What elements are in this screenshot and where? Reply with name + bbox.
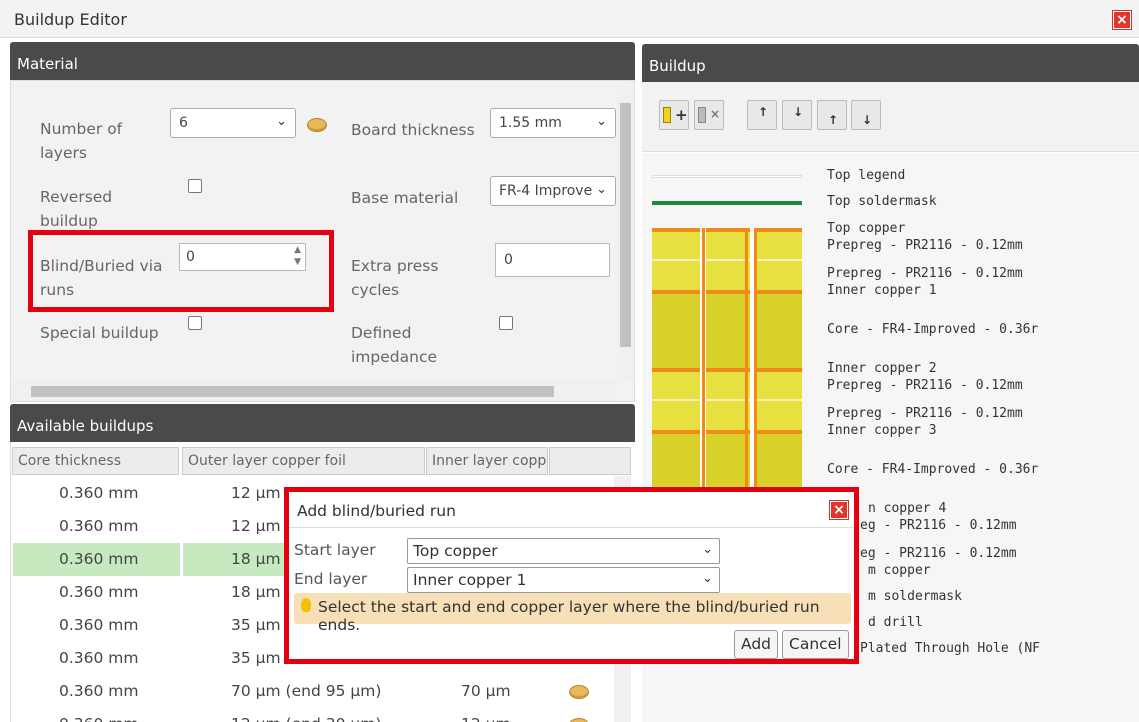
material-panel: Number of layers 6 ⌄ Board thickness 1.55… xyxy=(10,80,635,402)
layer-label: Top copper xyxy=(827,221,906,236)
chevron-down-icon: ⌄ xyxy=(276,114,287,129)
board-thickness-select[interactable]: 1.55 mm ⌄ xyxy=(490,108,616,138)
available-header-label: Available buildups xyxy=(17,417,154,435)
column-outer-copper[interactable]: Outer layer copper foil xyxy=(182,447,425,475)
layer-label: d drill xyxy=(868,615,923,630)
legend-layer xyxy=(652,175,802,178)
move-run-down-button[interactable]: ↓ xyxy=(851,100,881,130)
reversed-buildup-label: Reversed buildup xyxy=(40,188,113,230)
defined-impedance-label: Defined impedance xyxy=(351,324,437,366)
available-buildups-header: Available buildups xyxy=(10,404,635,442)
column-inner-copper[interactable]: Inner layer coppe xyxy=(426,447,548,475)
dialog-titlebar: Add blind/buried run × xyxy=(289,492,854,528)
board-thickness-label: Board thickness xyxy=(351,121,475,139)
layer-label: Plated Through Hole (NF xyxy=(860,641,1041,656)
close-icon[interactable]: × xyxy=(830,501,848,519)
end-layer-label: End layer xyxy=(294,570,368,588)
layer-label: Core - FR4-Improved - 0.36r xyxy=(827,322,1039,337)
special-buildup-label: Special buildup xyxy=(40,324,159,342)
chevron-down-icon: ⌄ xyxy=(702,542,713,557)
chevron-down-icon: ⌄ xyxy=(702,571,713,586)
dialog-title: Add blind/buried run xyxy=(297,502,456,520)
layer-label: Inner copper 2 xyxy=(827,361,937,376)
layer-label: Top soldermask xyxy=(827,194,937,209)
table-row[interactable]: 0.360 mm 12 µm (end 30 µm) 12 µm xyxy=(11,708,631,722)
end-layer-select[interactable]: Inner copper 1 ⌄ xyxy=(407,567,720,593)
layer-label: m copper xyxy=(868,563,931,578)
hint-box: Select the start and end copper layer wh… xyxy=(294,593,851,634)
layer-icon xyxy=(663,107,671,123)
scroll-thumb[interactable] xyxy=(31,386,554,397)
soldermask-layer xyxy=(652,201,802,205)
layer-label: eg - PR2116 - 0.12mm xyxy=(860,546,1017,561)
arrow-down-icon: ↓ xyxy=(862,113,873,127)
layer-label: Prepreg - PR2116 - 0.12mm xyxy=(827,406,1023,421)
arrow-up-icon: ↑ xyxy=(828,113,839,127)
add-run-button[interactable]: + xyxy=(659,100,689,130)
hint-text: Select the start and end copper layer wh… xyxy=(318,598,820,634)
remove-run-button[interactable]: × xyxy=(694,100,724,130)
spin-up-icon[interactable]: ▲ xyxy=(294,245,301,255)
layer-label: eg - PR2116 - 0.12mm xyxy=(860,518,1017,533)
chevron-down-icon: ⌄ xyxy=(596,114,607,129)
buildup-header-label: Buildup xyxy=(649,57,706,75)
horizontal-scrollbar[interactable] xyxy=(11,381,617,401)
layer-label: Top legend xyxy=(827,168,906,183)
layer-label: n copper 4 xyxy=(868,501,947,516)
material-panel-header: Material xyxy=(10,42,635,80)
reversed-buildup-checkbox[interactable] xyxy=(188,179,202,193)
move-up-button[interactable]: ↑ xyxy=(747,100,777,130)
num-layers-label: Number of layers xyxy=(40,120,123,162)
start-layer-label: Start layer xyxy=(294,541,376,559)
buildup-panel-header: Buildup xyxy=(642,44,1139,82)
extra-press-input[interactable]: 0 xyxy=(495,243,610,277)
base-material-select[interactable]: FR-4 Improve ⌄ xyxy=(490,176,616,206)
add-button[interactable]: Add xyxy=(734,630,779,659)
chevron-down-icon: ⌄ xyxy=(596,182,607,197)
layer-label: Prepreg - PR2116 - 0.12mm xyxy=(827,266,1023,281)
cancel-button[interactable]: Cancel xyxy=(782,630,849,659)
coin-icon[interactable] xyxy=(569,718,589,722)
layer-label: Inner copper 3 xyxy=(827,423,937,438)
add-blind-buried-run-dialog: Add blind/buried run × Start layer Top c… xyxy=(284,487,859,664)
coin-icon[interactable] xyxy=(307,118,327,132)
num-layers-select[interactable]: 6 ⌄ xyxy=(170,108,296,138)
scroll-thumb[interactable] xyxy=(620,103,631,347)
layer-label: Prepreg - PR2116 - 0.12mm xyxy=(827,238,1023,253)
window-titlebar: Buildup Editor × xyxy=(0,0,1139,38)
special-buildup-checkbox[interactable] xyxy=(188,316,202,330)
move-run-up-button[interactable]: ↑ xyxy=(817,100,847,130)
spin-down-icon[interactable]: ▼ xyxy=(294,257,301,267)
layer-label: m soldermask xyxy=(868,589,962,604)
blind-buried-spinner[interactable]: 0 ▲ ▼ xyxy=(179,243,306,271)
arrow-up-icon: ↑ xyxy=(758,105,769,119)
defined-impedance-checkbox[interactable] xyxy=(499,316,513,330)
coin-icon[interactable] xyxy=(569,685,589,699)
close-icon[interactable]: × xyxy=(1113,11,1131,29)
layer-label: Core - FR4-Improved - 0.36r xyxy=(827,462,1039,477)
remove-icon: × xyxy=(710,107,721,121)
column-extra[interactable] xyxy=(549,447,631,475)
table-row[interactable]: 0.360 mm 70 µm (end 95 µm) 70 µm xyxy=(11,675,631,708)
move-down-button[interactable]: ↓ xyxy=(782,100,812,130)
arrow-down-icon: ↓ xyxy=(793,105,804,119)
lightbulb-icon xyxy=(301,598,311,612)
vertical-scrollbar[interactable] xyxy=(617,81,634,381)
layer-label: Prepreg - PR2116 - 0.12mm xyxy=(827,378,1023,393)
column-core-thickness[interactable]: Core thickness xyxy=(12,447,179,475)
material-header-label: Material xyxy=(17,55,78,73)
layer-icon xyxy=(698,107,706,123)
extra-press-label: Extra press cycles xyxy=(351,257,439,299)
layer-label: Inner copper 1 xyxy=(827,283,937,298)
window-title: Buildup Editor xyxy=(14,10,127,29)
start-layer-select[interactable]: Top copper ⌄ xyxy=(407,538,720,564)
base-material-label: Base material xyxy=(351,189,459,207)
blind-buried-label: Blind/Buried via runs xyxy=(40,257,163,299)
buildup-toolbar: + × ↑ ↓ ↑ ↓ xyxy=(642,82,1139,152)
plus-icon: + xyxy=(675,106,688,124)
